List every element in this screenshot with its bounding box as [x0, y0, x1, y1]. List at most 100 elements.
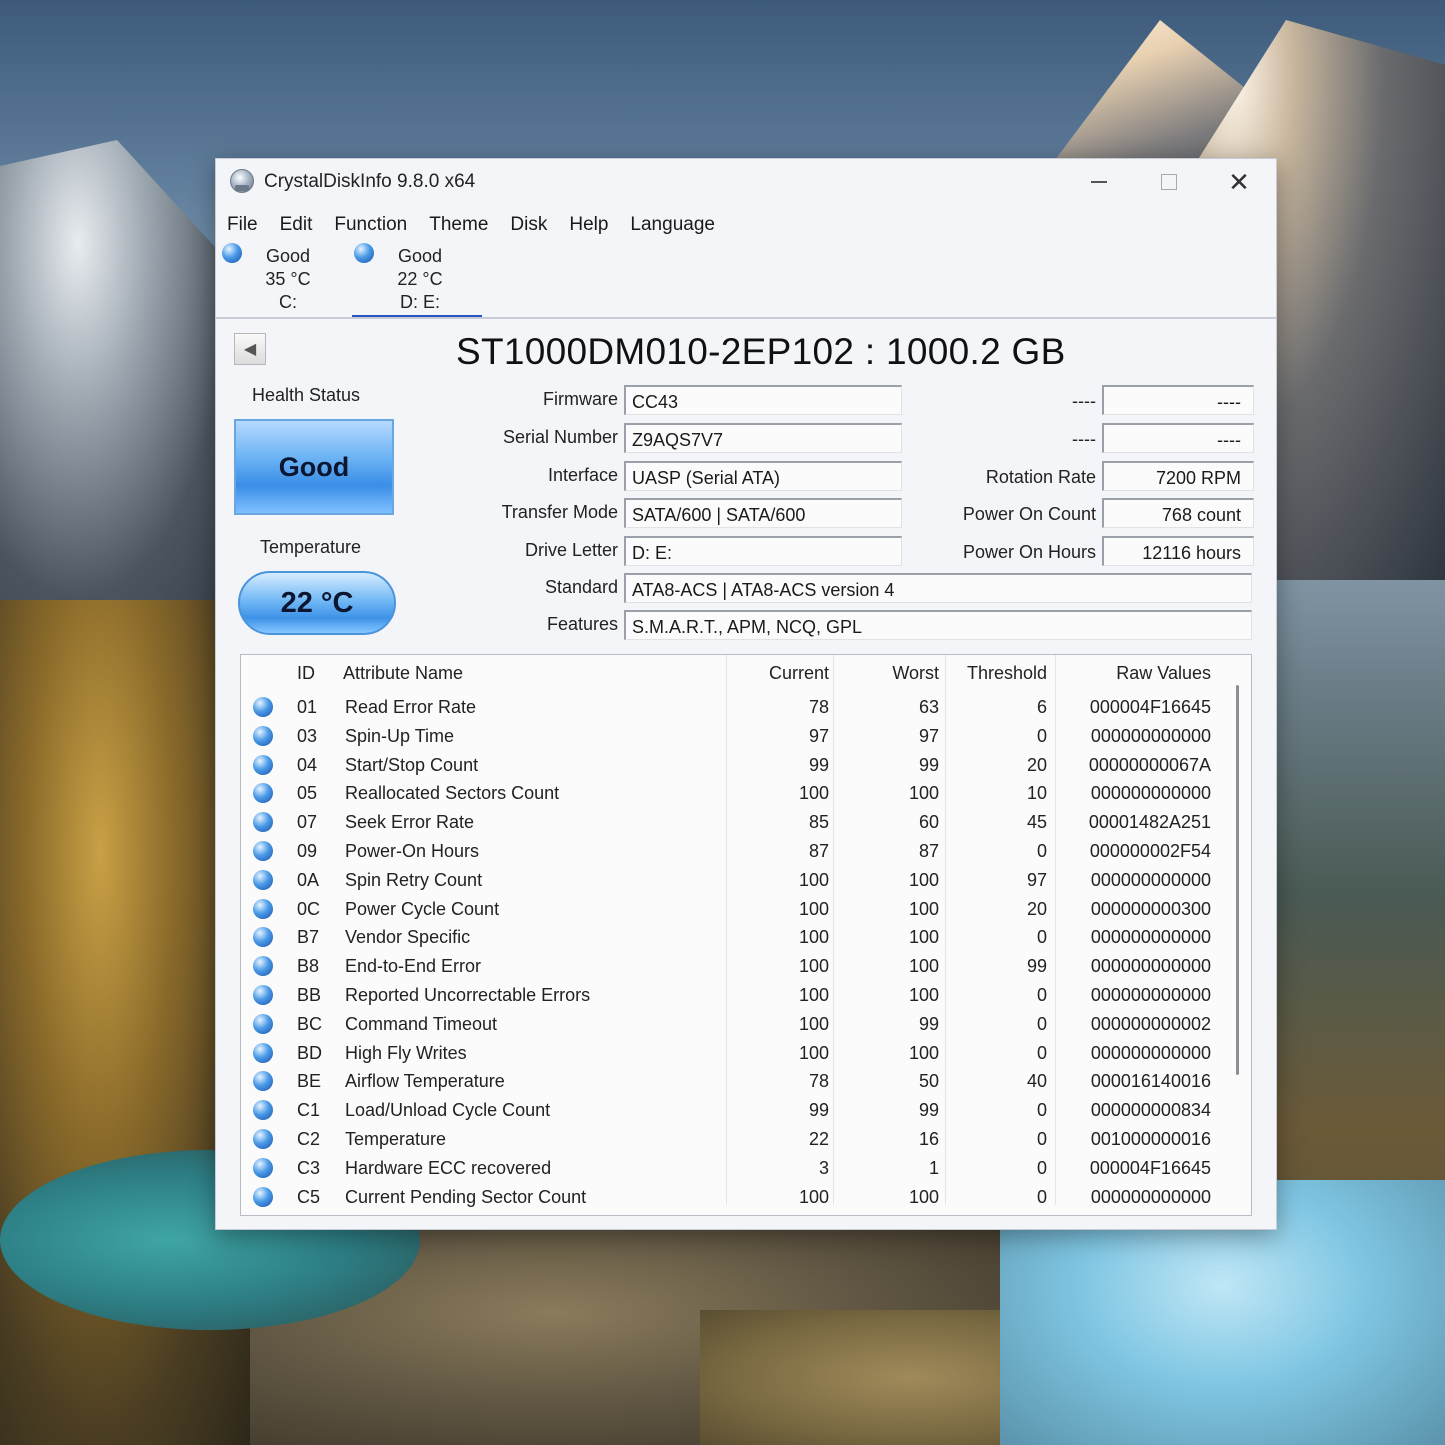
tabs-divider	[216, 317, 1276, 319]
attribute-id: B7	[297, 927, 320, 948]
menu-language[interactable]: Language	[619, 209, 726, 241]
attribute-raw-value: 000000002F54	[1089, 841, 1211, 861]
status-orb-icon	[253, 725, 273, 746]
disk-tab-temp: 35 °C	[265, 269, 311, 289]
health-status-badge[interactable]: Good	[234, 419, 394, 515]
disk-tabs: Good 35 °C C: Good 22 °C D: E:	[216, 243, 1276, 318]
column-header-threshold[interactable]: Threshold	[951, 655, 1047, 691]
disk-tab-status: Good	[397, 246, 443, 266]
table-row[interactable]: B8 End-to-End Error 100 100 99 000000000000	[241, 952, 1231, 981]
attribute-name: Hardware ECC recovered	[345, 1157, 552, 1178]
menu-help[interactable]: Help	[558, 209, 619, 241]
disk-tab-c[interactable]: Good 35 °C C:	[220, 243, 350, 315]
menu-function[interactable]: Function	[323, 209, 418, 241]
table-row[interactable]: C5 Current Pending Sector Count 100 100 0 000…	[241, 1183, 1231, 1212]
attribute-id: C2	[297, 1129, 321, 1149]
table-row[interactable]: 07 Seek Error Rate 85 60 45 00001482A251	[241, 808, 1231, 837]
maximize-icon	[1161, 174, 1177, 190]
table-row[interactable]: C1 Load/Unload Cycle Count 99 99 0 0000000008…	[241, 1096, 1231, 1125]
maximize-button[interactable]	[1146, 165, 1192, 199]
menu-theme[interactable]: Theme	[418, 209, 499, 241]
table-row[interactable]: BB Reported Uncorrectable Errors 100 100 0 00…	[241, 981, 1231, 1010]
table-row[interactable]: BC Command Timeout 100 99 0 000000000002	[241, 1010, 1231, 1039]
attribute-name: Current Pending Sector Count	[345, 1186, 587, 1207]
column-header-current[interactable]: Current	[741, 655, 829, 691]
attribute-name: Power-On Hours	[345, 841, 480, 861]
attribute-worst: 99	[918, 754, 939, 775]
attribute-threshold: 6	[1036, 697, 1047, 717]
table-row[interactable]: 04 Start/Stop Count 99 99 20 00000000067A	[241, 751, 1231, 780]
attribute-worst: 100	[908, 783, 939, 804]
power-on-hours-label: Power On Hours	[962, 542, 1096, 562]
attribute-current: 78	[808, 1071, 829, 1092]
attribute-name: Reported Uncorrectable Errors	[345, 985, 591, 1005]
column-header-worst[interactable]: Worst	[841, 655, 939, 691]
menu-disk[interactable]: Disk	[499, 209, 558, 241]
attribute-raw-value: 000004F16645	[1089, 697, 1211, 717]
attribute-name: Temperature	[345, 1129, 447, 1149]
table-row[interactable]: 0A Spin Retry Count 100 100 97 000000000000	[241, 866, 1231, 895]
previous-disk-button[interactable]: ◀	[234, 333, 266, 365]
attribute-current: 100	[798, 783, 829, 804]
serial-number-field: Z9AQS7V7	[624, 423, 902, 453]
attribute-threshold: 97	[1026, 869, 1047, 890]
status-orb-icon	[253, 927, 273, 948]
column-header-raw-values[interactable]: Raw Values	[1061, 655, 1211, 691]
attribute-current: 100	[798, 927, 829, 948]
attribute-id: C5	[297, 1186, 321, 1207]
attribute-worst: 99	[918, 1100, 939, 1121]
table-row[interactable]: 03 Spin-Up Time 97 97 0 000000000000	[241, 722, 1231, 751]
table-row[interactable]: 09 Power-On Hours 87 87 0 000000002F54	[241, 837, 1231, 866]
attribute-raw-value: 00000000067A	[1088, 754, 1211, 775]
table-row[interactable]: BE Airflow Temperature 78 50 40 000016140016	[241, 1067, 1231, 1096]
attribute-threshold: 40	[1026, 1071, 1047, 1092]
table-row[interactable]: C2 Temperature 22 16 0 001000000016	[241, 1125, 1231, 1154]
menu-file[interactable]: File	[216, 209, 269, 241]
attribute-worst: 100	[908, 956, 939, 977]
attribute-threshold: 0	[1036, 927, 1047, 948]
app-disk-icon	[230, 169, 254, 193]
attribute-threshold: 0	[1036, 1042, 1047, 1063]
attribute-name: Command Timeout	[345, 1013, 498, 1034]
table-row[interactable]: B7 Vendor Specific 100 100 0 000000000000	[241, 923, 1231, 952]
attribute-raw-value: 000000000000	[1090, 783, 1211, 804]
status-orb-icon	[253, 1100, 273, 1121]
table-scrollbar[interactable]	[1236, 685, 1239, 1075]
attribute-threshold: 45	[1026, 812, 1047, 833]
column-header-id[interactable]: ID	[297, 655, 315, 691]
attribute-raw-value: 000000000000	[1090, 725, 1211, 746]
attribute-current: 100	[798, 1013, 829, 1034]
minimize-button[interactable]	[1076, 165, 1122, 199]
attribute-id: 07	[297, 812, 318, 833]
unknown-field-1: ----	[1102, 385, 1254, 415]
disk-tab-letter: C:	[279, 292, 297, 312]
attribute-worst: 100	[908, 869, 939, 890]
table-row[interactable]: 0C Power Cycle Count 100 100 20 000000000300	[241, 895, 1231, 924]
attribute-name: Vendor Specific	[345, 927, 471, 948]
disk-tab-d-e[interactable]: Good 22 °C D: E:	[352, 243, 482, 318]
attribute-name: Load/Unload Cycle Count	[345, 1100, 551, 1121]
attribute-id: C1	[297, 1100, 321, 1121]
status-orb-icon	[354, 243, 374, 263]
menu-edit[interactable]: Edit	[269, 209, 324, 241]
close-button[interactable]: ✕	[1216, 165, 1262, 199]
temperature-badge[interactable]: 22 °C	[238, 571, 396, 635]
column-header-attribute-name[interactable]: Attribute Name	[343, 655, 463, 691]
attribute-threshold: 20	[1026, 898, 1047, 919]
status-orb-icon	[222, 243, 242, 263]
attribute-raw-value: 000000000000	[1090, 869, 1211, 890]
table-row[interactable]: BD High Fly Writes 100 100 0 000000000000	[241, 1039, 1231, 1068]
standard-label: Standard	[544, 577, 618, 597]
table-row[interactable]: C3 Hardware ECC recovered 3 1 0 000004F16645	[241, 1154, 1231, 1183]
status-orb-icon	[253, 783, 273, 804]
table-row[interactable]: 05 Reallocated Sectors Count 100 100 10 00000…	[241, 779, 1231, 808]
table-row[interactable]: 01 Read Error Rate 78 63 6 000004F16645	[241, 693, 1231, 722]
status-orb-icon	[253, 869, 273, 890]
smart-attributes-table[interactable]: ID Attribute Name Current Worst Threshol…	[240, 654, 1252, 1216]
status-orb-icon	[253, 956, 273, 977]
triangle-left-icon: ◀	[243, 341, 257, 358]
title-bar[interactable]: CrystalDiskInfo 9.8.0 x64 ✕	[216, 159, 1276, 205]
attribute-id: 03	[297, 725, 318, 746]
attribute-raw-value: 000000000834	[1090, 1100, 1211, 1121]
attribute-raw-value: 000000000000	[1090, 1186, 1211, 1207]
